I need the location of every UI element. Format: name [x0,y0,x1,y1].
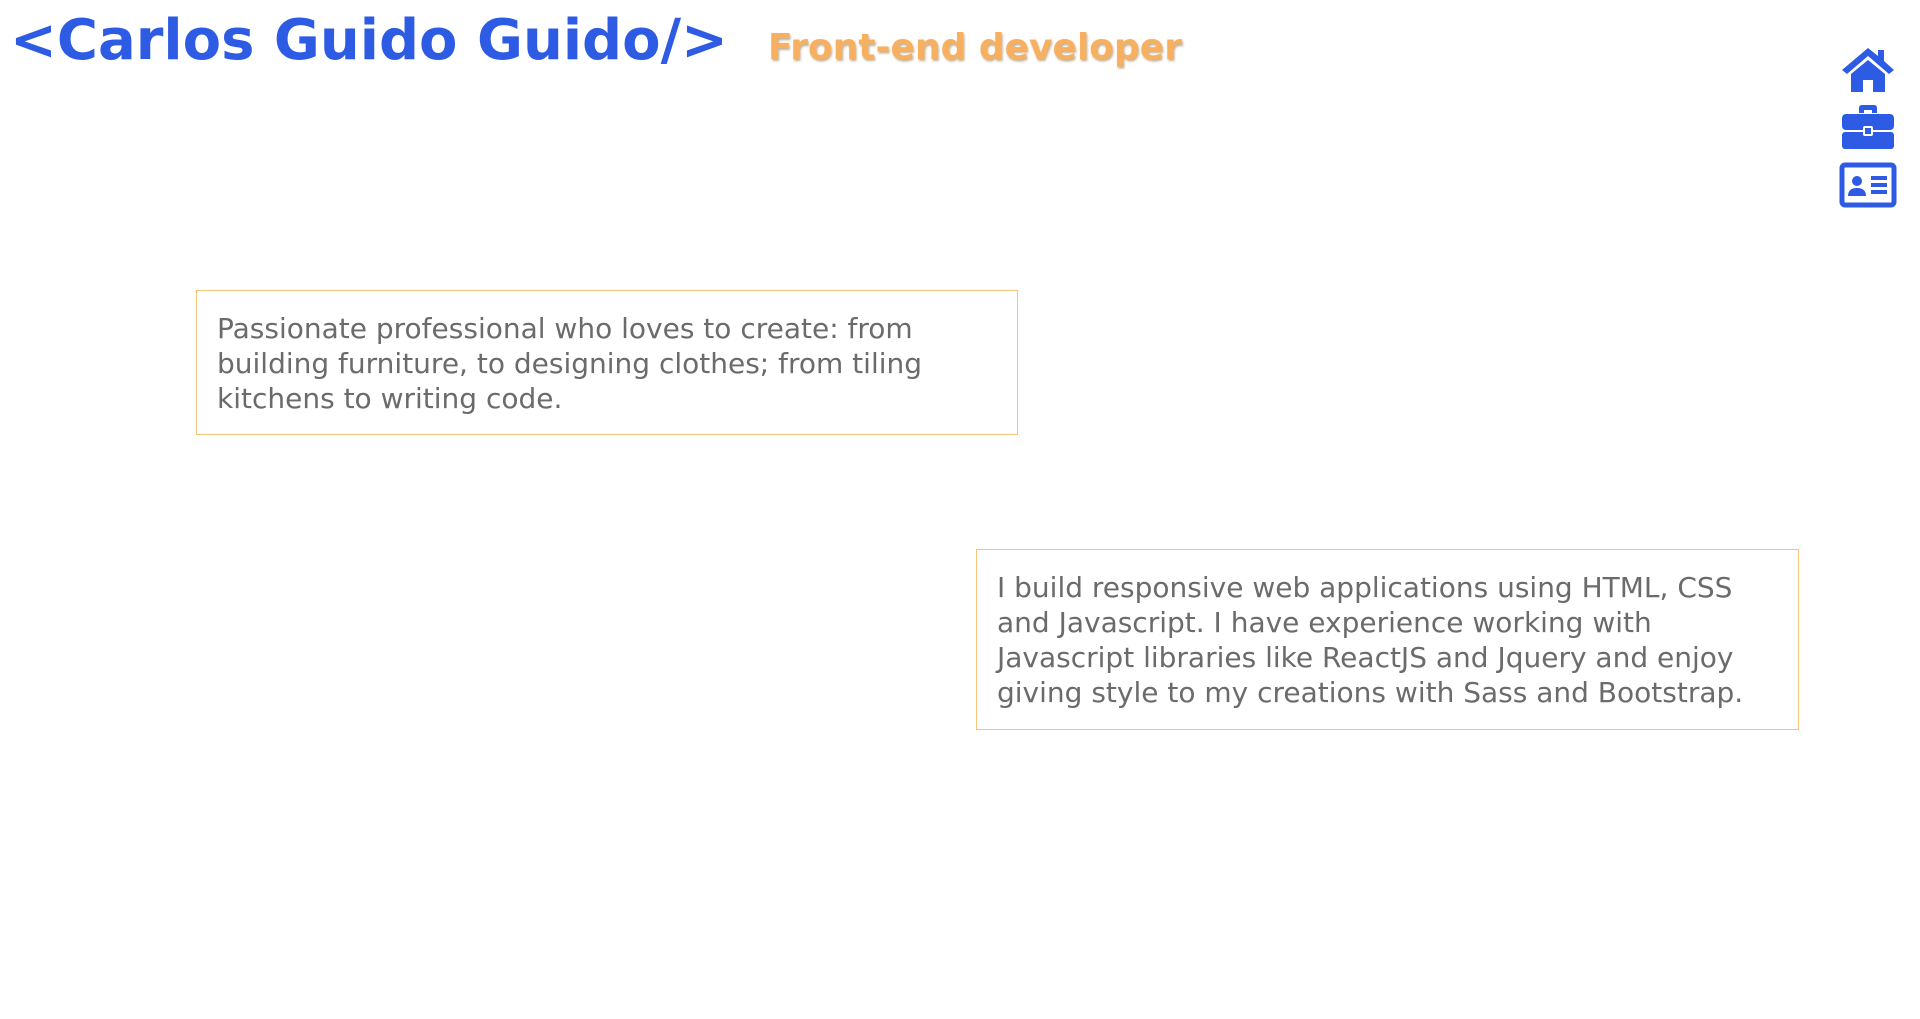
contact-card-icon [1839,162,1897,208]
briefcase-icon [1842,105,1894,149]
skills-text: I build responsive web applications usin… [997,571,1744,709]
intro-text: Passionate professional who loves to cre… [217,312,923,415]
side-nav [1836,40,1900,214]
site-logo[interactable]: <Carlos Guido Guido/> [10,8,728,73]
skills-card: I build responsive web applications usin… [976,549,1799,730]
intro-card: Passionate professional who loves to cre… [196,290,1018,435]
home-icon [1842,48,1894,92]
nav-home-button[interactable] [1836,40,1900,98]
job-title: Front-end developer [767,27,1182,68]
nav-portfolio-button[interactable] [1836,98,1900,156]
nav-contact-button[interactable] [1836,156,1900,214]
page-header: <Carlos Guido Guido/> Front-end develope… [10,8,1182,73]
